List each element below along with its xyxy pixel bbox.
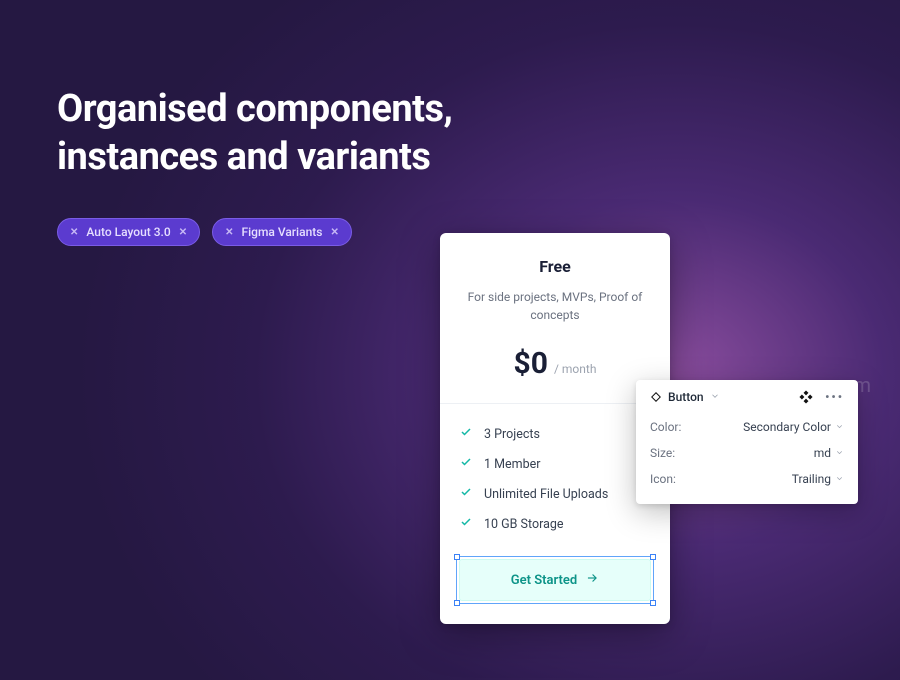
cta-label: Get Started (511, 573, 577, 588)
selection-handle-icon[interactable] (454, 600, 460, 606)
plugin-icon[interactable] (799, 390, 813, 404)
feature-item: 10 GB Storage (460, 516, 650, 532)
inspector-row-label: Color: (650, 420, 681, 434)
inspector-row-value: Secondary Color (743, 420, 844, 434)
chevron-down-icon (835, 472, 844, 486)
get-started-button[interactable]: Get Started (459, 559, 651, 601)
inspector-row-size[interactable]: Size: md (650, 440, 844, 466)
pill-x-left-icon: ✕ (225, 227, 233, 238)
price-row: $0 / month (460, 346, 650, 381)
feature-label: 1 Member (484, 457, 541, 472)
check-icon (460, 486, 472, 502)
feature-label: 10 GB Storage (484, 517, 564, 532)
inspector-component-name: Button (668, 390, 704, 404)
selection-handle-icon[interactable] (454, 554, 460, 560)
inspector-row-value: md (814, 446, 844, 460)
inspector-row-value: Trailing (792, 472, 844, 486)
page-heading: Organised components, instances and vari… (57, 86, 452, 181)
chevron-down-icon (835, 420, 844, 434)
inspector-header: Button ••• (650, 390, 844, 404)
check-icon (460, 456, 472, 472)
feature-item: 1 Member (460, 456, 650, 472)
inspector-row-label: Icon: (650, 472, 676, 486)
inspector-row-label: Size: (650, 446, 675, 460)
check-icon (460, 516, 472, 532)
check-icon (460, 426, 472, 442)
pill-figma-variants[interactable]: ✕ Figma Variants ✕ (212, 218, 352, 246)
pill-label: Figma Variants (241, 225, 322, 239)
inspector-row-color[interactable]: Color: Secondary Color (650, 414, 844, 440)
chevron-down-icon (710, 390, 720, 404)
selection-handle-icon[interactable] (650, 600, 656, 606)
heading-line-1: Organised components, (57, 86, 452, 134)
pill-x-right-icon: ✕ (330, 227, 338, 238)
selection-box[interactable]: Get Started (456, 556, 654, 604)
inspector-row-icon[interactable]: Icon: Trailing (650, 466, 844, 492)
selection-handle-icon[interactable] (650, 554, 656, 560)
chevron-down-icon (835, 446, 844, 460)
feature-item: 3 Projects (460, 426, 650, 442)
price-period: / month (554, 362, 596, 376)
inspector-title-group[interactable]: Button (650, 390, 720, 404)
more-menu-icon[interactable]: ••• (825, 390, 844, 404)
price: $0 (514, 346, 548, 381)
heading-line-2: instances and variants (57, 134, 452, 182)
tag-pills: ✕ Auto Layout 3.0 ✕ ✕ Figma Variants ✕ (57, 218, 352, 246)
cta-wrap: Get Started (440, 546, 670, 624)
feature-item: Unlimited File Uploads (460, 486, 650, 502)
feature-label: Unlimited File Uploads (484, 487, 608, 502)
feature-label: 3 Projects (484, 427, 540, 442)
plan-description: For side projects, MVPs, Proof of concep… (460, 288, 650, 324)
pill-auto-layout[interactable]: ✕ Auto Layout 3.0 ✕ (57, 218, 200, 246)
arrow-right-icon (585, 571, 599, 589)
pill-x-right-icon: ✕ (179, 227, 187, 238)
pricing-card-header: Free For side projects, MVPs, Proof of c… (440, 233, 670, 404)
component-diamond-icon (650, 391, 662, 403)
plan-name: Free (460, 257, 650, 276)
pill-x-left-icon: ✕ (70, 227, 78, 238)
inspector-actions: ••• (799, 390, 844, 404)
pill-label: Auto Layout 3.0 (86, 225, 170, 239)
variant-inspector-panel: Button ••• Color: Secondary Color Size: … (636, 380, 858, 504)
